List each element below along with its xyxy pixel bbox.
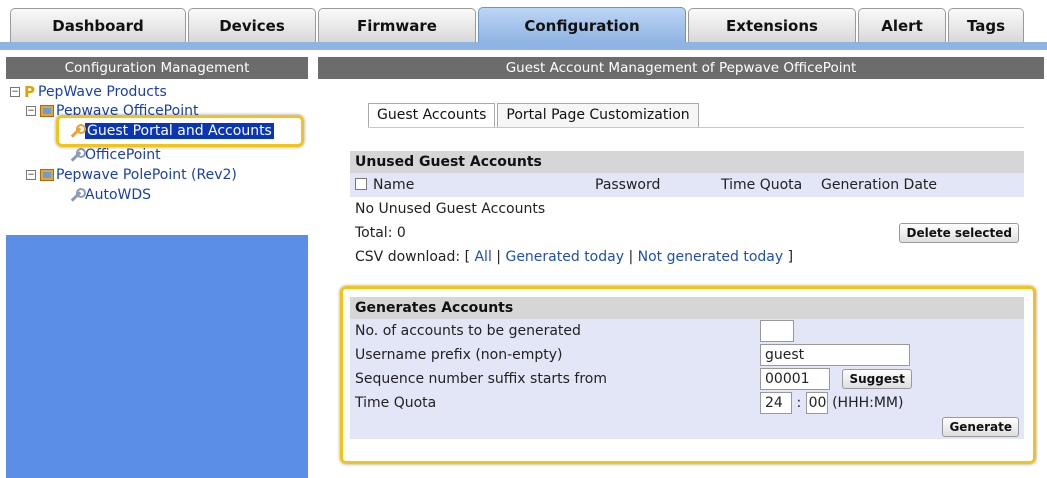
total-row: Total: 0 Delete selected — [350, 221, 1024, 245]
tab-dashboard[interactable]: Dashboard — [10, 8, 186, 42]
csv-row: CSV download: [ All | Generated today | … — [350, 245, 1024, 269]
device-group-icon — [40, 169, 54, 181]
unused-accounts-title: Unused Guest Accounts — [350, 151, 1024, 173]
collapse-icon[interactable]: − — [10, 87, 20, 97]
csv-all-link[interactable]: All — [474, 249, 491, 265]
tree-node-polepoint[interactable]: − Pepwave PolePoint (Rev2) — [26, 167, 237, 183]
collapse-icon[interactable]: − — [26, 170, 36, 180]
highlight-box-tree — [56, 115, 304, 147]
page-title: Guest Account Management of Pepwave Offi… — [318, 57, 1044, 79]
top-tab-bar: Dashboard Devices Firmware Configuration… — [0, 0, 1047, 50]
pepwave-logo-icon: P — [24, 83, 35, 101]
tab-strip — [0, 42, 1047, 50]
subtab-divider — [368, 127, 1024, 128]
empty-message: No Unused Guest Accounts — [350, 197, 1024, 221]
wrench-icon — [68, 147, 86, 163]
tab-tags[interactable]: Tags — [948, 8, 1024, 42]
tree-label-root: PepWave Products — [38, 84, 167, 100]
unused-accounts-table: Unused Guest Accounts Name Password Time… — [350, 151, 1024, 269]
subtab-guest-accounts[interactable]: Guest Accounts — [368, 103, 496, 127]
subtab-portal-customization[interactable]: Portal Page Customization — [497, 103, 699, 127]
total-text: Total: 0 — [350, 221, 816, 245]
tab-alert[interactable]: Alert — [858, 8, 946, 42]
subtab-bar: Guest Accounts Portal Page Customization — [368, 103, 701, 127]
column-generation-date: Generation Date — [816, 173, 986, 197]
csv-label: CSV download: — [355, 249, 461, 265]
column-name: Name — [350, 173, 590, 197]
select-all-checkbox[interactable] — [355, 178, 367, 190]
tree-label-polepoint: Pepwave PolePoint (Rev2) — [56, 167, 237, 183]
tab-firmware[interactable]: Firmware — [318, 8, 476, 42]
product-tree: − P PepWave Products − Pepwave OfficePoi… — [6, 79, 308, 235]
tree-node-autowds[interactable]: AutoWDS — [68, 187, 151, 203]
tab-extensions[interactable]: Extensions — [688, 8, 856, 42]
csv-generated-today-link[interactable]: Generated today — [505, 249, 624, 265]
tree-label-officepoint-config: OfficePoint — [85, 147, 161, 163]
collapse-icon[interactable]: − — [26, 106, 36, 116]
column-time-quota: Time Quota — [716, 173, 816, 197]
wrench-icon — [68, 187, 86, 203]
tree-node-root[interactable]: − P PepWave Products — [10, 83, 167, 101]
device-group-icon — [40, 105, 54, 117]
tab-configuration[interactable]: Configuration — [478, 7, 686, 43]
tree-label-autowds: AutoWDS — [85, 187, 152, 203]
highlight-box-generate — [340, 286, 1036, 464]
tab-devices[interactable]: Devices — [188, 8, 316, 42]
csv-not-generated-today-link[interactable]: Not generated today — [638, 249, 784, 265]
table-row: No Unused Guest Accounts — [350, 197, 1024, 221]
sidebar-title: Configuration Management — [6, 57, 308, 79]
delete-selected-button[interactable]: Delete selected — [899, 223, 1019, 243]
table-header-row: Name Password Time Quota Generation Date — [350, 173, 1024, 197]
column-password: Password — [590, 173, 716, 197]
tree-node-officepoint-config[interactable]: OfficePoint — [68, 147, 161, 163]
